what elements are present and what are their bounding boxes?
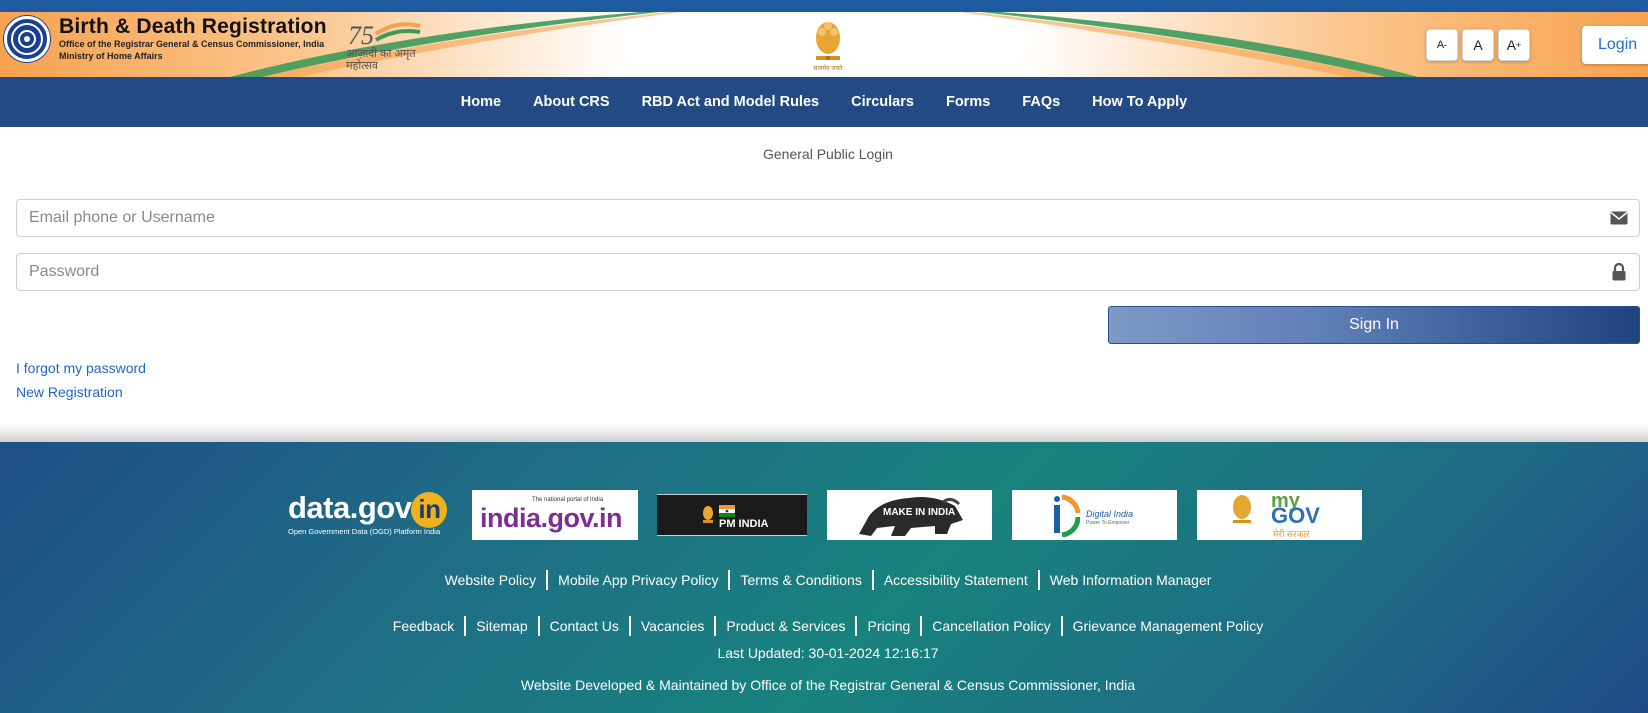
site-subtitle-ministry: Ministry of Home Affairs <box>59 51 163 61</box>
indian-flag-icon <box>719 505 735 517</box>
font-size-normal-button[interactable]: A <box>1462 29 1494 61</box>
password-field[interactable] <box>16 253 1640 291</box>
datagov-subtitle: Open Government Data (OGD) Platform Indi… <box>288 527 441 536</box>
login-form-title: General Public Login <box>763 146 893 162</box>
header-banner: Birth & Death Registration Office of the… <box>0 12 1648 77</box>
azadi-text: आज़ादी का अमृत महोत्सव <box>346 48 416 72</box>
footer-links-row-2: Feedback Sitemap Contact Us Vacancies Pr… <box>0 616 1648 636</box>
makeinindia-logo[interactable]: MAKE IN INDIA <box>827 490 992 540</box>
font-decrease-label: A <box>1436 39 1445 51</box>
mygov-logo[interactable]: my GOV मेरी सरकार <box>1197 490 1362 540</box>
footer-link-accessibility-statement[interactable]: Accessibility Statement <box>874 570 1040 590</box>
password-input[interactable] <box>17 254 1599 290</box>
nav-item-rbd-act[interactable]: RBD Act and Model Rules <box>642 94 820 110</box>
brand[interactable]: Birth & Death Registration Office of the… <box>4 16 327 62</box>
nav-item-circulars[interactable]: Circulars <box>851 94 914 110</box>
datagov-in-badge: in <box>411 492 448 528</box>
pmindia-logo[interactable]: PM INDIA <box>657 494 807 536</box>
digitalindia-icon <box>1054 494 1080 537</box>
new-registration-link[interactable]: New Registration <box>16 384 123 400</box>
username-field[interactable] <box>16 199 1640 237</box>
forgot-password-link[interactable]: I forgot my password <box>16 360 146 376</box>
top-strip <box>0 0 1648 12</box>
makeinindia-text: MAKE IN INDIA <box>883 507 956 518</box>
site-title: Birth & Death Registration <box>59 15 327 38</box>
footer-divider <box>0 423 1648 442</box>
indiagov-logo[interactable]: The national portal of India india.gov.i… <box>472 490 638 540</box>
footer-link-website-policy[interactable]: Website Policy <box>435 570 549 590</box>
footer-link-sitemap[interactable]: Sitemap <box>466 616 540 636</box>
mygov-emblem-icon <box>1233 495 1251 523</box>
pmindia-text: PM INDIA <box>719 518 769 530</box>
pmindia-emblem-icon <box>703 506 713 523</box>
footer-links-row-1: Website Policy Mobile App Privacy Policy… <box>0 570 1648 590</box>
site-subtitle-office: Office of the Registrar General & Census… <box>59 39 325 49</box>
digitalindia-logo[interactable]: Digital India Power To Empower <box>1012 490 1177 540</box>
datagov-main-text: data.gov <box>288 490 412 525</box>
mygov-subtitle: मेरी सरकार <box>1273 529 1310 539</box>
footer-link-mobile-app-privacy-policy[interactable]: Mobile App Privacy Policy <box>548 570 731 590</box>
font-increase-label: A <box>1506 37 1517 53</box>
main-nav: Home About CRS RBD Act and Model Rules C… <box>0 77 1648 127</box>
digitalindia-subtitle: Power To Empower <box>1086 520 1130 526</box>
last-updated: Last Updated: 30-01-2024 12:16:17 <box>717 645 939 661</box>
lock-icon <box>1599 263 1639 281</box>
developed-by: Website Developed & Maintained by Office… <box>520 677 1136 693</box>
footer: data.gov in Open Government Data (OGD) Pl… <box>0 442 1648 713</box>
sign-in-button[interactable]: Sign In <box>1108 306 1640 344</box>
footer-link-pricing[interactable]: Pricing <box>857 616 923 636</box>
crs-logo-icon <box>4 16 50 62</box>
font-size-increase-button[interactable]: A + <box>1498 29 1530 61</box>
font-size-decrease-button[interactable]: A- <box>1426 29 1458 61</box>
indiagov-text: india.gov.in <box>480 503 623 533</box>
footer-link-vacancies[interactable]: Vacancies <box>631 616 717 636</box>
font-increase-sup: + <box>1516 40 1522 50</box>
national-emblem-icon: सत्यमेव जयते <box>810 16 846 72</box>
footer-link-cancellation-policy[interactable]: Cancellation Policy <box>922 616 1063 636</box>
nav-item-faqs[interactable]: FAQs <box>1022 94 1060 110</box>
username-input[interactable] <box>17 200 1599 236</box>
digitalindia-text: Digital India <box>1086 509 1134 519</box>
envelope-icon <box>1599 211 1639 225</box>
footer-link-contact-us[interactable]: Contact Us <box>540 616 631 636</box>
nav-item-how-to-apply[interactable]: How To Apply <box>1092 94 1187 110</box>
brand-text: Birth & Death Registration Office of the… <box>59 16 327 62</box>
emblem-motto: सत्यमेव जयते <box>813 66 843 72</box>
footer-link-grievance-management-policy[interactable]: Grievance Management Policy <box>1063 616 1274 636</box>
footer-link-terms-conditions[interactable]: Terms & Conditions <box>730 570 874 590</box>
footer-link-feedback[interactable]: Feedback <box>383 616 467 636</box>
font-decrease-sup: - <box>1444 40 1448 50</box>
azadi-ka-amrit-mahotsav-logo: 75 आज़ादी का अमृत महोत्सव <box>346 16 430 74</box>
svg-text:75: 75 <box>348 21 374 50</box>
mygov-gov-text: GOV <box>1271 503 1320 528</box>
header-login-button[interactable]: Login <box>1582 26 1648 64</box>
nav-item-forms[interactable]: Forms <box>946 94 990 110</box>
nav-item-about-crs[interactable]: About CRS <box>533 94 610 110</box>
footer-link-web-information-manager[interactable]: Web Information Manager <box>1040 570 1222 590</box>
font-normal-label: A <box>1473 37 1483 53</box>
footer-link-product-services[interactable]: Product & Services <box>716 616 858 636</box>
nav-item-home[interactable]: Home <box>461 94 501 110</box>
datagov-logo[interactable]: data.gov in Open Government Data (OGD) Pl… <box>288 490 454 540</box>
